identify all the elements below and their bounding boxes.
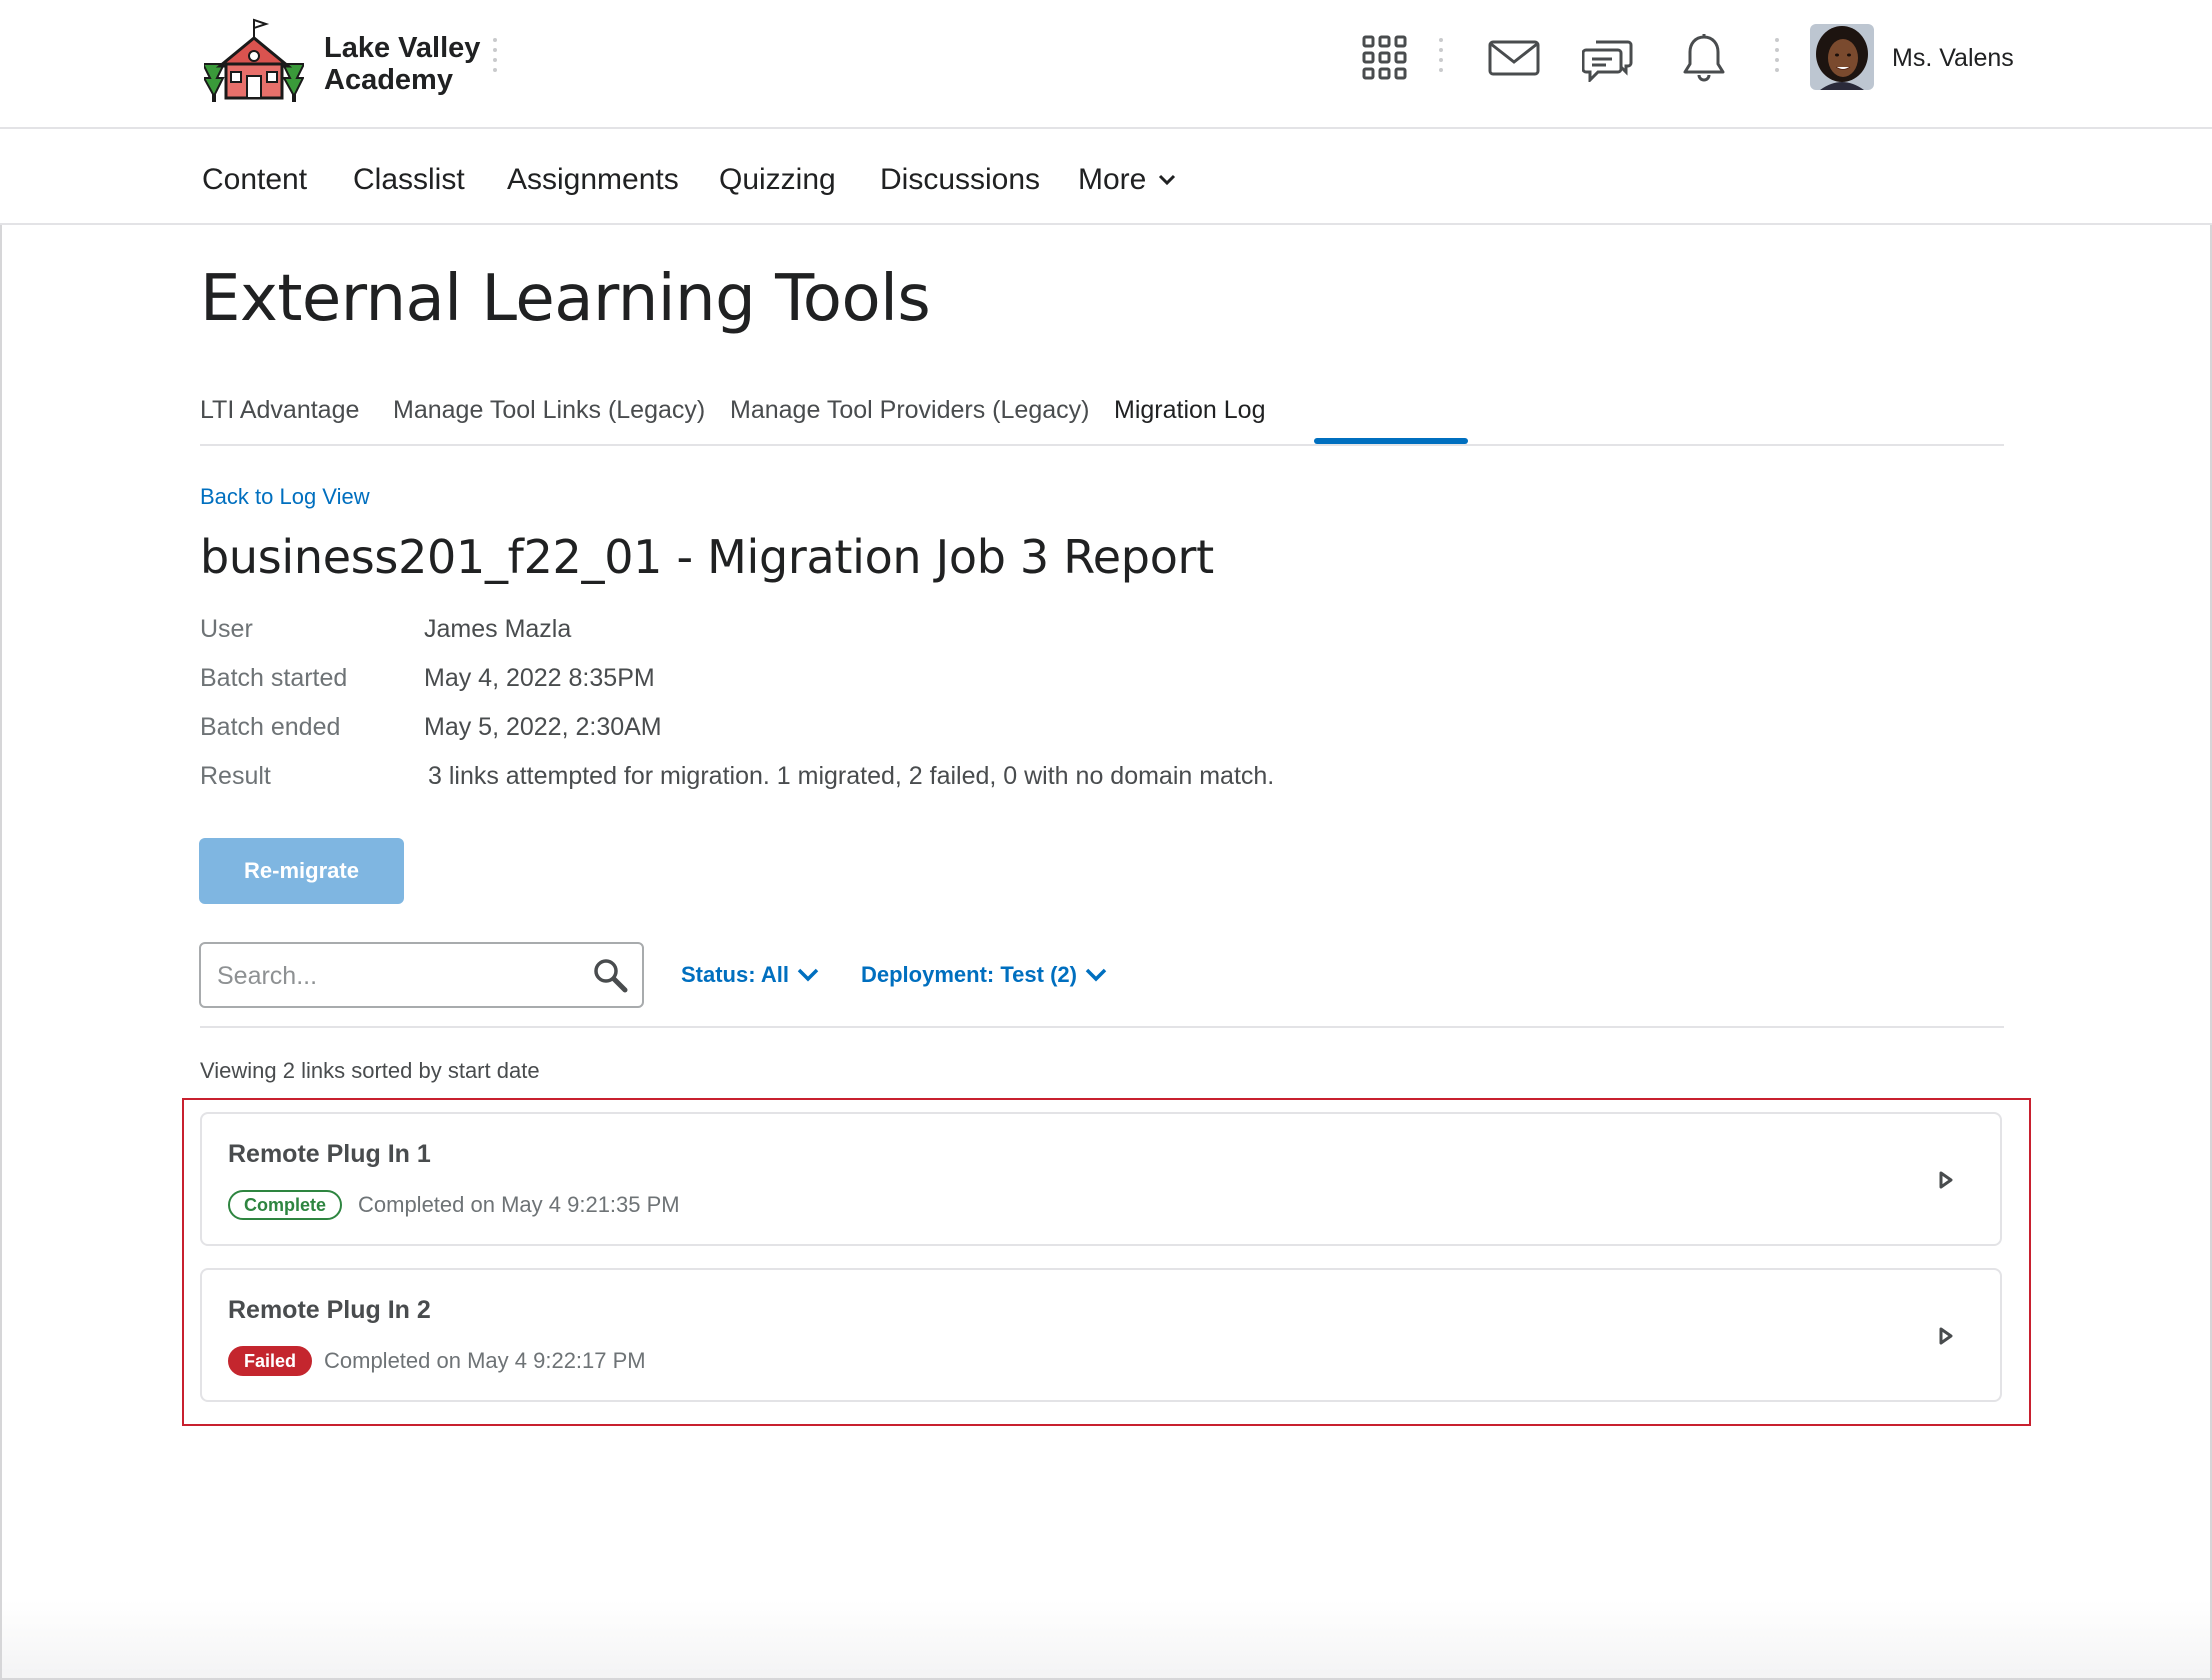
nav-label: Discussions	[880, 163, 1041, 196]
meta-value-result: 3 links attempted for migration. 1 migra…	[428, 762, 1275, 790]
school-name-line2: Academy	[324, 64, 453, 96]
search-icon[interactable]	[591, 956, 631, 996]
nav-label: More	[1078, 163, 1147, 196]
apps-grid-icon[interactable]	[1355, 28, 1415, 88]
nav-label: Assignments	[507, 163, 679, 196]
caret-right-icon	[1939, 1327, 1953, 1345]
search-input[interactable]	[217, 956, 577, 996]
meta-value-batch-started: May 4, 2022 8:35PM	[424, 664, 655, 692]
deployment-filter[interactable]: Deployment: Test (2)	[861, 962, 1107, 988]
list-summary: Viewing 2 links sorted by start date	[200, 1058, 540, 1083]
tab-lti-advantage[interactable]: LTI Advantage	[200, 396, 359, 425]
tab-bar: LTI Advantage Manage Tool Links (Legacy)…	[200, 384, 2004, 446]
list-item-completed: Completed on May 4 9:21:35 PM	[358, 1192, 680, 1217]
meta-label-batch-ended: Batch ended	[200, 713, 341, 741]
list-item-completed: Completed on May 4 9:22:17 PM	[324, 1348, 646, 1373]
tab-manage-tool-links[interactable]: Manage Tool Links (Legacy)	[393, 396, 705, 425]
nav-label: Quizzing	[719, 163, 836, 196]
school-logo-icon[interactable]	[201, 16, 306, 102]
deployment-filter-label: Deployment: Test (2)	[861, 962, 1077, 987]
meta-label-batch-started: Batch started	[200, 664, 348, 692]
status-badge: Complete	[228, 1190, 343, 1220]
page-title: External Learning Tools	[200, 262, 931, 336]
list-item[interactable]: Remote Plug In 2 Failed Completed on May…	[200, 1268, 2002, 1402]
active-tab-indicator	[1314, 438, 1468, 444]
nav-label: Classlist	[353, 163, 465, 196]
nav-item-assignments[interactable]: Assignments	[507, 163, 679, 197]
caret-right-icon	[1939, 1171, 1953, 1189]
school-name[interactable]: Lake Valley Academy	[324, 32, 484, 96]
chevron-down-icon	[797, 968, 819, 982]
mail-icon[interactable]	[1484, 28, 1544, 88]
chevron-down-icon	[1159, 174, 1176, 186]
status-filter[interactable]: Status: All	[681, 962, 819, 988]
separator	[1774, 38, 1780, 80]
school-name-line1: Lake Valley	[324, 32, 481, 64]
nav-item-more[interactable]: More	[1078, 163, 1176, 197]
course-navbar: Content Classlist Assignments Quizzing D…	[0, 129, 2212, 225]
meta-label-user: User	[200, 615, 253, 643]
chat-icon[interactable]	[1578, 28, 1638, 88]
back-to-log-link[interactable]: Back to Log View	[200, 484, 370, 510]
user-name[interactable]: Ms. Valens	[1892, 44, 2014, 73]
status-filter-label: Status: All	[681, 962, 789, 987]
list-item[interactable]: Remote Plug In 1 Complete Completed on M…	[200, 1112, 2002, 1246]
nav-label: Content	[202, 163, 308, 196]
nav-item-discussions[interactable]: Discussions	[880, 163, 1040, 197]
separator	[1438, 38, 1444, 80]
status-badge: Failed	[228, 1346, 313, 1376]
nav-item-quizzing[interactable]: Quizzing	[719, 163, 836, 197]
meta-value-user: James Mazla	[424, 615, 572, 643]
chevron-down-icon	[1085, 968, 1107, 982]
bell-icon[interactable]	[1674, 28, 1734, 88]
tab-manage-tool-providers[interactable]: Manage Tool Providers (Legacy)	[730, 396, 1089, 425]
report-title: business201_f22_01 - Migration Job 3 Rep…	[200, 530, 1214, 584]
remigrate-button[interactable]: Re-migrate	[199, 838, 404, 904]
separator	[492, 38, 498, 80]
list-item-title: Remote Plug In 1	[228, 1140, 431, 1168]
avatar[interactable]	[1810, 24, 1874, 90]
divider	[200, 1026, 2004, 1028]
tab-migration-log[interactable]: Migration Log	[1114, 396, 1265, 425]
nav-item-content[interactable]: Content	[202, 163, 307, 197]
list-item-title: Remote Plug In 2	[228, 1296, 431, 1324]
meta-value-batch-ended: May 5, 2022, 2:30AM	[424, 713, 662, 741]
meta-label-result: Result	[200, 762, 271, 790]
nav-item-classlist[interactable]: Classlist	[353, 163, 465, 197]
search-field	[199, 942, 644, 1008]
top-header: Lake Valley Academy Ms. Valens	[0, 0, 2212, 129]
